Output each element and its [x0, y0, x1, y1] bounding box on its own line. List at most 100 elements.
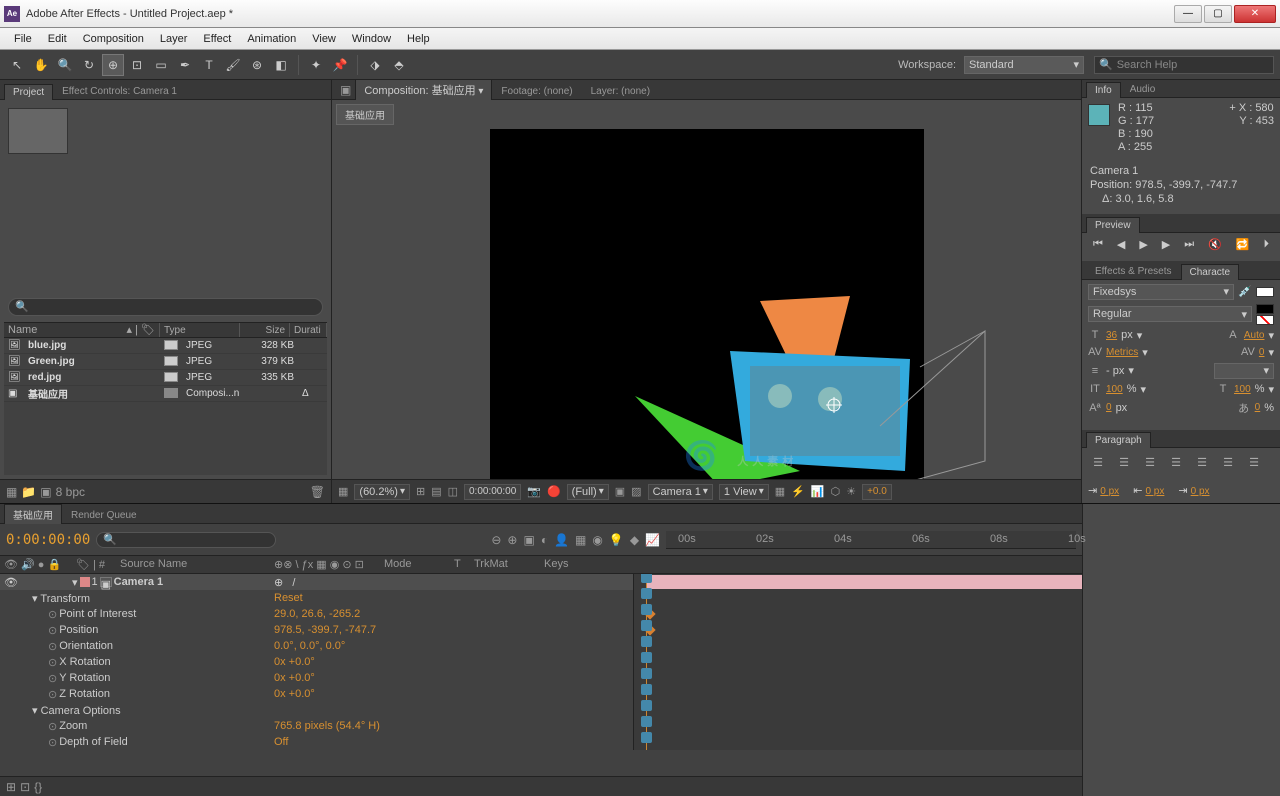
- world-axis-icon[interactable]: ⬘: [388, 54, 410, 76]
- tab-project[interactable]: Project: [4, 84, 53, 100]
- rotation-tool-icon[interactable]: ↻: [78, 54, 100, 76]
- comp-mini-flowchart-icon[interactable]: ▣: [523, 533, 534, 547]
- tab-render-queue[interactable]: Render Queue: [62, 507, 146, 523]
- hscale-value[interactable]: 100: [1234, 384, 1251, 395]
- resolution-dropdown[interactable]: (Full) ▾: [567, 484, 609, 500]
- toggle-switches-icon[interactable]: ⊞: [6, 780, 16, 794]
- font-size-value[interactable]: 36: [1106, 330, 1117, 341]
- camera-dropdown[interactable]: Camera 1 ▾: [648, 484, 713, 500]
- tab-preview[interactable]: Preview: [1086, 217, 1140, 233]
- next-frame-icon[interactable]: ▶: [1162, 238, 1170, 251]
- trash-icon[interactable]: 🗑: [310, 485, 325, 499]
- camera-tool-icon[interactable]: ⊕: [102, 54, 124, 76]
- hand-tool-icon[interactable]: ✋: [30, 54, 52, 76]
- timeline-icon[interactable]: 📊: [811, 485, 825, 498]
- puppet-tool-icon[interactable]: 📌: [329, 54, 351, 76]
- menu-composition[interactable]: Composition: [75, 31, 152, 47]
- menu-animation[interactable]: Animation: [239, 31, 304, 47]
- type-tool-icon[interactable]: T: [198, 54, 220, 76]
- roto-tool-icon[interactable]: ✦: [305, 54, 327, 76]
- clone-stamp-tool-icon[interactable]: ⊛: [246, 54, 268, 76]
- timeline-property-row[interactable]: ▾ Camera Options: [0, 702, 1082, 718]
- font-style-dropdown[interactable]: Regular▾: [1088, 306, 1252, 322]
- tab-effect-controls[interactable]: Effect Controls: Camera 1: [53, 83, 186, 99]
- exposure-value[interactable]: +0.0: [862, 484, 892, 500]
- roi-icon[interactable]: ▣: [615, 485, 625, 498]
- align-left-icon[interactable]: ☰: [1088, 454, 1108, 470]
- indent-left-value[interactable]: 0 px: [1100, 486, 1119, 497]
- bpc-label[interactable]: 8 bpc: [56, 485, 85, 499]
- current-time-display[interactable]: 0:00:00:00: [6, 532, 90, 548]
- timeline-property-row[interactable]: ⊙ Point of Interest29.0, 26.6, -265.2: [0, 606, 1082, 622]
- menu-window[interactable]: Window: [344, 31, 399, 47]
- pixel-aspect-icon[interactable]: ▦: [775, 485, 785, 498]
- project-item[interactable]: 🖼red.jpgJPEG335 KB: [4, 370, 327, 386]
- comp-nav-icon[interactable]: ▣: [336, 81, 355, 99]
- tab-paragraph[interactable]: Paragraph: [1086, 432, 1151, 448]
- zoom-dropdown[interactable]: (60.2%) ▾: [354, 484, 410, 500]
- timeline-property-row[interactable]: ⊙ Z Rotation0x +0.0°: [0, 686, 1082, 702]
- stroke-color-swatch[interactable]: [1256, 304, 1274, 314]
- motion-blur-icon[interactable]: ◉: [592, 533, 602, 547]
- composition-canvas[interactable]: [490, 129, 924, 479]
- stroke-style-dropdown[interactable]: ▾: [1214, 363, 1274, 379]
- eraser-tool-icon[interactable]: ◧: [270, 54, 292, 76]
- project-item[interactable]: 🖼blue.jpgJPEG328 KB: [4, 338, 327, 354]
- frame-blend-icon[interactable]: ▦: [575, 533, 586, 547]
- no-color-icon[interactable]: [1256, 315, 1274, 325]
- vscale-value[interactable]: 100: [1106, 384, 1123, 395]
- flowchart-icon[interactable]: ⬡: [831, 485, 841, 498]
- tab-info[interactable]: Info: [1086, 82, 1121, 98]
- project-item-list[interactable]: 🖼blue.jpgJPEG328 KB🖼Green.jpgJPEG379 KB🖼…: [4, 338, 327, 476]
- toggle-parent-icon[interactable]: {}: [34, 780, 42, 794]
- fast-preview-icon[interactable]: ⚡: [791, 485, 805, 498]
- menu-layer[interactable]: Layer: [152, 31, 196, 47]
- last-frame-icon[interactable]: ⏭: [1184, 238, 1194, 251]
- project-column-headers[interactable]: Name ▴ | 🏷 Type Size Durati: [4, 322, 327, 338]
- zoom-tool-icon[interactable]: 🔍: [54, 54, 76, 76]
- menu-view[interactable]: View: [304, 31, 344, 47]
- timeline-property-row[interactable]: ⊙ Depth of FieldOff: [0, 734, 1082, 750]
- indent-first-value[interactable]: 0 px: [1191, 486, 1210, 497]
- project-item[interactable]: ▣基础应用Composi...nΔ: [4, 386, 327, 402]
- graph-editor-icon[interactable]: 📈: [645, 533, 660, 547]
- ram-preview-icon[interactable]: ⏵: [1264, 238, 1270, 251]
- brainstorm-icon[interactable]: 💡: [609, 533, 624, 547]
- interpret-icon[interactable]: ▦: [6, 485, 17, 499]
- timeline-property-row[interactable]: ⊙ Position978.5, -399.7, -747.7: [0, 622, 1082, 638]
- workspace-dropdown[interactable]: Standard▾: [964, 56, 1084, 74]
- tracking-value[interactable]: 0: [1259, 347, 1265, 358]
- mute-icon[interactable]: 🔇: [1208, 238, 1222, 251]
- timeline-search-input[interactable]: 🔍: [96, 532, 276, 548]
- justify-left-icon[interactable]: ☰: [1166, 454, 1186, 470]
- new-folder-icon[interactable]: 📁: [21, 485, 36, 499]
- brush-tool-icon[interactable]: 🖌: [222, 54, 244, 76]
- play-icon[interactable]: ▶: [1139, 238, 1147, 251]
- toggle-modes-icon[interactable]: ⊡: [20, 780, 30, 794]
- align-right-icon[interactable]: ☰: [1140, 454, 1160, 470]
- tsume-value[interactable]: 0: [1255, 402, 1261, 413]
- selection-tool-icon[interactable]: ↖: [6, 54, 28, 76]
- mask-icon[interactable]: ◫: [448, 485, 458, 498]
- tl-option-icon[interactable]: ⊖: [491, 533, 501, 547]
- baseline-value[interactable]: 0: [1106, 402, 1112, 413]
- menu-effect[interactable]: Effect: [195, 31, 239, 47]
- minimize-button[interactable]: —: [1174, 5, 1202, 23]
- close-button[interactable]: ✕: [1234, 5, 1276, 23]
- tab-footage[interactable]: Footage: (none): [492, 83, 581, 99]
- leading-value[interactable]: Auto: [1244, 330, 1265, 341]
- pen-tool-icon[interactable]: ✒: [174, 54, 196, 76]
- grid-icon[interactable]: ⊞: [416, 485, 425, 498]
- timeline-property-row[interactable]: ⊙ Orientation0.0°, 0.0°, 0.0°: [0, 638, 1082, 654]
- justify-all-icon[interactable]: ☰: [1244, 454, 1264, 470]
- first-frame-icon[interactable]: ⏮: [1093, 238, 1103, 251]
- tab-layer[interactable]: Layer: (none): [582, 83, 659, 99]
- guides-icon[interactable]: ▤: [431, 485, 441, 498]
- menu-file[interactable]: File: [6, 31, 40, 47]
- justify-right-icon[interactable]: ☰: [1218, 454, 1238, 470]
- tab-character[interactable]: Characte: [1181, 264, 1240, 280]
- tab-timeline-comp[interactable]: 基础应用: [4, 504, 62, 524]
- timecode-display[interactable]: 0:00:00:00: [464, 484, 521, 500]
- views-dropdown[interactable]: 1 View ▾: [719, 484, 769, 500]
- timeline-property-row[interactable]: ⊙ Zoom765.8 pixels (54.4° H): [0, 718, 1082, 734]
